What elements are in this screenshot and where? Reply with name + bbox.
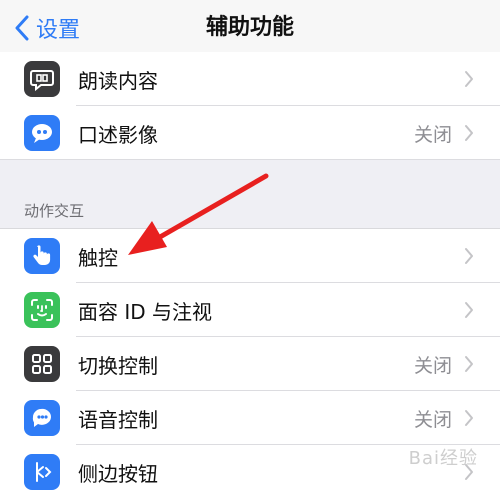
- chevron-right-icon: [465, 71, 473, 87]
- chevron-left-icon: [15, 15, 29, 41]
- hand-touch-icon: [24, 238, 60, 274]
- navigation-bar: 设置 辅助功能: [0, 0, 500, 57]
- settings-group-top: 朗读内容 口述影像 关闭: [0, 52, 500, 160]
- row-switch-control[interactable]: 切换控制 关闭: [0, 337, 500, 391]
- row-voice-control[interactable]: 语音控制 关闭: [0, 391, 500, 445]
- row-label: 面容 ID 与注视: [78, 299, 213, 324]
- row-spoken-content[interactable]: 朗读内容: [0, 52, 500, 106]
- row-label: 语音控制: [78, 407, 158, 432]
- row-label: 侧边按钮: [78, 461, 158, 486]
- voice-control-icon: [24, 400, 60, 436]
- back-button[interactable]: 设置: [14, 13, 80, 43]
- chevron-right-icon: [465, 410, 473, 426]
- row-label: 切换控制: [78, 353, 158, 378]
- row-label: 触控: [78, 245, 118, 270]
- row-face-id[interactable]: 面容 ID 与注视: [0, 283, 500, 337]
- speech-bubble-icon: [24, 61, 60, 97]
- chevron-right-icon: [465, 248, 473, 264]
- row-value: 关闭: [413, 123, 452, 146]
- row-value: 关闭: [413, 354, 452, 377]
- back-label: 设置: [36, 18, 81, 43]
- watermark: Bai经验: [408, 448, 478, 469]
- face-id-icon: [24, 292, 60, 328]
- row-value: 关闭: [413, 408, 452, 431]
- quote-bubble-icon: [24, 115, 60, 151]
- side-button-icon: [24, 454, 60, 490]
- chevron-right-icon: [465, 125, 473, 141]
- row-label: 朗读内容: [78, 68, 158, 93]
- chevron-right-icon: [465, 302, 473, 318]
- section-header-interaction: 动作交互: [24, 202, 85, 220]
- row-label: 口述影像: [78, 122, 158, 147]
- row-audio-descriptions[interactable]: 口述影像 关闭: [0, 106, 500, 160]
- chevron-right-icon: [465, 356, 473, 372]
- row-touch[interactable]: 触控: [0, 229, 500, 283]
- grid-icon: [24, 346, 60, 382]
